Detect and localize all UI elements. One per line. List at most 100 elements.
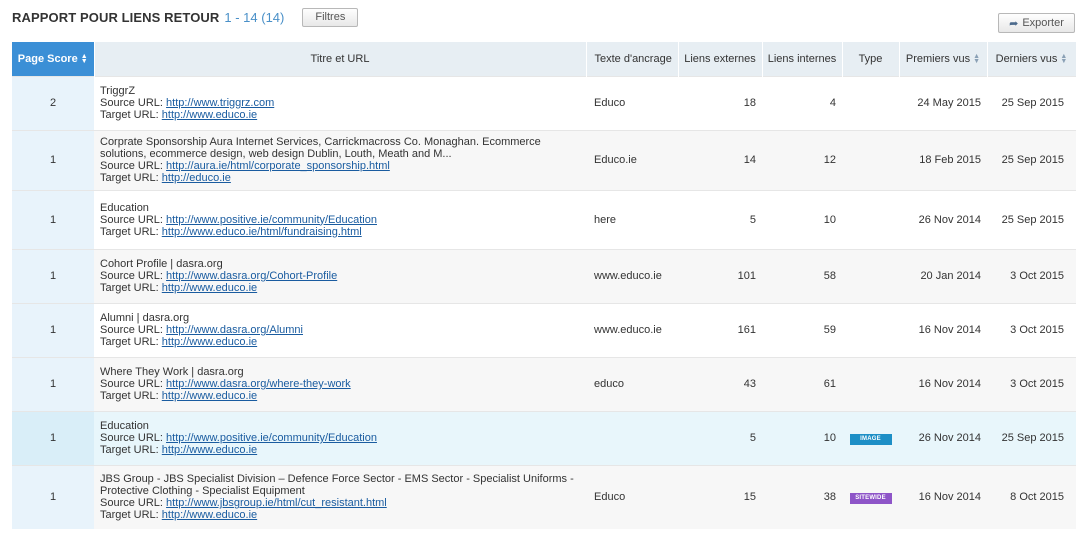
last-seen-cell: 3 Oct 2015	[987, 248, 1076, 303]
source-label: Source URL:	[100, 324, 163, 336]
backlinks-table: Page Score ▲ ▼ Titre et URL Texte d'ancrag…	[12, 42, 1077, 529]
source-label: Source URL:	[100, 432, 163, 444]
target-label: Target URL:	[100, 225, 159, 238]
external-links-cell: 18	[678, 75, 762, 130]
title-url-cell: Education Source URL: http://www.positive…	[94, 189, 586, 249]
title-url-cell: Where They Work | dasra.org Source URL: h…	[94, 356, 586, 411]
source-url-link[interactable]: http://www.dasra.org/Cohort-Profile	[166, 270, 337, 282]
target-url-link[interactable]: http://www.educo.ie/html/fundraising.htm…	[162, 226, 362, 238]
type-cell: SITEWIDE	[842, 464, 899, 529]
source-url-link[interactable]: http://www.positive.ie/community/Educati…	[166, 214, 377, 226]
column-last-seen[interactable]: Derniers vus ▲ ▼	[987, 42, 1077, 76]
link-title: Education	[100, 201, 149, 214]
table-header-row: Page Score ▲ ▼ Titre et URL Texte d'ancrag…	[12, 42, 1077, 76]
target-url-link[interactable]: http://www.educo.ie	[162, 282, 257, 294]
anchor-text-cell	[586, 410, 678, 465]
target-label: Target URL:	[100, 282, 159, 294]
sort-icon: ▲ ▼	[973, 52, 981, 65]
target-url-link[interactable]: http://www.educo.ie	[162, 509, 257, 521]
target-label: Target URL:	[100, 336, 159, 348]
source-line: Source URL: http://www.dasra.org/Cohort-…	[100, 270, 586, 282]
external-links-cell: 43	[678, 356, 762, 411]
table-row: 1 Education Source URL: http://www.positiv…	[12, 189, 1076, 249]
last-seen-cell: 25 Sep 2015	[987, 410, 1076, 465]
internal-links-cell: 10	[762, 189, 842, 249]
target-url-link[interactable]: http://www.educo.ie	[162, 444, 257, 456]
anchor-text-cell: Educo.ie	[586, 129, 678, 190]
target-url-link[interactable]: http://www.educo.ie	[162, 390, 257, 402]
target-url-link[interactable]: http://www.educo.ie	[162, 109, 257, 121]
source-line: Source URL: http://www.dasra.org/Alumni	[100, 324, 586, 336]
external-links-cell: 161	[678, 302, 762, 357]
page-score-cell: 1	[12, 189, 94, 249]
first-seen-cell: 16 Nov 2014	[899, 302, 987, 357]
export-button[interactable]: ➦ Exporter	[998, 13, 1075, 33]
column-external-links: Liens externes	[678, 42, 763, 76]
share-arrow-icon: ➦	[1009, 17, 1019, 30]
type-cell	[842, 248, 899, 303]
column-first-seen[interactable]: Premiers vus ▲ ▼	[899, 42, 988, 76]
source-url-link[interactable]: http://aura.ie/html/corporate_sponsorshi…	[166, 160, 390, 172]
filters-button[interactable]: Filtres	[302, 7, 359, 27]
column-internal-links: Liens internes	[762, 42, 843, 76]
page-score-cell: 1	[12, 248, 94, 303]
table-row: 1 Alumni | dasra.org Source URL: http://ww…	[12, 302, 1076, 357]
source-url-link[interactable]: http://www.positive.ie/community/Educati…	[166, 432, 377, 444]
first-seen-cell: 16 Nov 2014	[899, 464, 987, 529]
source-line: Source URL: http://www.positive.ie/commu…	[100, 432, 586, 444]
link-title: JBS Group - JBS Specialist Division – De…	[100, 473, 574, 498]
title-url-cell: JBS Group - JBS Specialist Division – De…	[94, 464, 586, 529]
page-score-cell: 2	[12, 75, 94, 130]
target-label: Target URL:	[100, 444, 159, 456]
target-line: Target URL: http://www.educo.ie/html/fun…	[100, 226, 586, 238]
target-line: Target URL: http://www.educo.ie	[100, 109, 586, 121]
report-header: RAPPORT POUR LIENS RETOUR 1 - 14 (14) Fi…	[12, 6, 359, 28]
export-label: Exporter	[1022, 17, 1064, 29]
table-row: 1 JBS Group - JBS Specialist Division – D…	[12, 464, 1076, 529]
type-cell	[842, 302, 899, 357]
internal-links-cell: 61	[762, 356, 842, 411]
internal-links-cell: 4	[762, 75, 842, 130]
link-title: Cohort Profile | dasra.org	[100, 258, 223, 270]
target-url-link[interactable]: http://educo.ie	[162, 172, 231, 184]
internal-links-cell: 38	[762, 464, 842, 529]
target-label: Target URL:	[100, 109, 159, 121]
source-url-link[interactable]: http://www.jbsgroup.ie/html/cut_resistan…	[166, 497, 387, 509]
internal-links-cell: 12	[762, 129, 842, 190]
page-score-cell: 1	[12, 302, 94, 357]
anchor-text-cell: www.educo.ie	[586, 302, 678, 357]
first-seen-cell: 16 Nov 2014	[899, 356, 987, 411]
target-url-link[interactable]: http://www.educo.ie	[162, 336, 257, 348]
first-seen-cell: 20 Jan 2014	[899, 248, 987, 303]
source-url-link[interactable]: http://www.triggrz.com	[166, 97, 274, 109]
type-badge: SITEWIDE	[849, 493, 892, 505]
page-score-cell: 1	[12, 464, 94, 529]
source-label: Source URL:	[100, 213, 163, 226]
source-line: Source URL: http://www.dasra.org/where-t…	[100, 378, 586, 390]
column-page-score[interactable]: Page Score ▲ ▼	[12, 42, 95, 76]
column-anchor-text: Texte d'ancrage	[586, 42, 679, 76]
last-seen-cell: 3 Oct 2015	[987, 356, 1076, 411]
source-url-link[interactable]: http://www.dasra.org/Alumni	[166, 324, 303, 336]
page-score-cell: 1	[12, 129, 94, 190]
target-label: Target URL:	[100, 390, 159, 402]
external-links-cell: 14	[678, 129, 762, 190]
page-score-cell: 1	[12, 410, 94, 465]
external-links-cell: 15	[678, 464, 762, 529]
source-line: Source URL: http://www.jbsgroup.ie/html/…	[100, 497, 586, 509]
type-cell	[842, 189, 899, 249]
source-url-link[interactable]: http://www.dasra.org/where-they-work	[166, 378, 351, 390]
internal-links-cell: 58	[762, 248, 842, 303]
link-title: Education	[100, 420, 149, 432]
page-title: RAPPORT POUR LIENS RETOUR	[12, 9, 220, 25]
last-seen-cell: 25 Sep 2015	[987, 75, 1076, 130]
target-line: Target URL: http://www.educo.ie	[100, 390, 586, 402]
sort-icon: ▲ ▼	[1060, 52, 1068, 65]
sort-icon: ▲ ▼	[80, 52, 88, 65]
column-type: Type	[842, 42, 900, 76]
internal-links-cell: 59	[762, 302, 842, 357]
external-links-cell: 101	[678, 248, 762, 303]
title-url-cell: Education Source URL: http://www.positive…	[94, 410, 586, 465]
title-url-cell: TriggrZ Source URL: http://www.triggrz.co…	[94, 75, 586, 130]
type-cell	[842, 356, 899, 411]
